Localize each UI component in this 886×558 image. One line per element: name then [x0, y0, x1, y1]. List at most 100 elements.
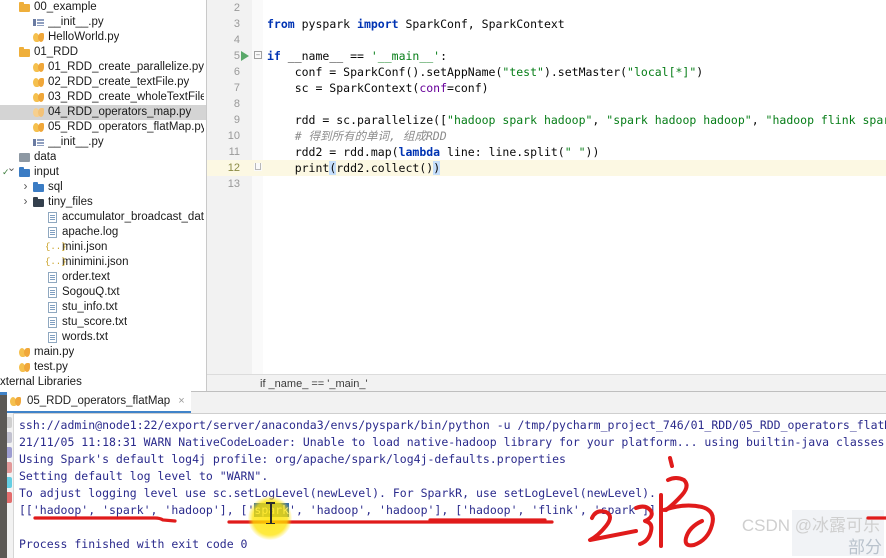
text-cursor — [266, 502, 275, 524]
tree-item[interactable]: 01_RDD — [0, 45, 206, 60]
code-line-text: print(rdd2.collect()) — [267, 161, 441, 175]
code-line-text: # 得到所有的单词, 组成RDD — [267, 129, 447, 143]
folder-icon — [17, 0, 32, 15]
tree-item[interactable]: order.text — [0, 270, 206, 285]
tree-item-label: 03_RDD_create_wholeTextFile.py — [48, 91, 204, 103]
chevron-open-icon[interactable] — [6, 164, 17, 179]
code-content[interactable]: 2 3 from pyspark import SparkConf, SparkCo… — [207, 0, 886, 192]
line-number: 10 — [227, 130, 240, 142]
tree-item-label: 01_RDD — [34, 46, 79, 58]
tree-item-label: test.py — [34, 361, 68, 373]
tree-item-label: HelloWorld.py — [48, 31, 120, 43]
tree-item[interactable]: test.py — [0, 360, 206, 375]
tree-item-label: input — [34, 166, 59, 178]
console-output[interactable]: ssh://admin@node1:22/export/server/anaco… — [14, 414, 886, 558]
code-line[interactable]: 9 rdd = sc.parallelize(["hadoop spark ha… — [207, 112, 886, 128]
line-number: 13 — [227, 178, 240, 190]
tree-item[interactable]: 04_RDD_operators_map.py — [0, 105, 206, 120]
tree-item[interactable]: __init__.py — [0, 135, 206, 150]
run-gutter-icon[interactable] — [241, 51, 249, 61]
chevron-closed-icon[interactable] — [20, 179, 31, 195]
project-tree[interactable]: 00_example __init__.py HelloWorld.py 01_RDD… — [0, 0, 206, 375]
tree-item[interactable]: data — [0, 150, 206, 165]
tree-item-label: data — [34, 151, 57, 163]
module-folder-icon — [17, 150, 32, 165]
tree-item-label: 00_example — [34, 1, 97, 13]
code-line[interactable]: 7 sc = SparkContext(conf=conf) — [207, 80, 886, 96]
tree-item[interactable]: apache.log — [0, 225, 206, 240]
code-line[interactable]: 13 — [207, 176, 886, 192]
tree-item[interactable]: 00_example — [0, 0, 206, 15]
code-line[interactable]: 11 rdd2 = rdd.map(lambda line: line.spli… — [207, 144, 886, 160]
code-line[interactable]: 10 # 得到所有的单词, 组成RDD — [207, 128, 886, 144]
tree-item-label: apache.log — [62, 226, 119, 238]
init-file-icon — [31, 15, 46, 30]
text-file-icon — [45, 270, 60, 285]
line-number: 7 — [233, 82, 240, 94]
upper-area: 00_example __init__.py HelloWorld.py 01_RDD… — [0, 0, 886, 392]
fold-collapse-icon[interactable]: − — [254, 51, 262, 59]
python-file-icon — [31, 75, 46, 90]
console-text: To adjust logging level use sc.setLogLev… — [19, 486, 656, 501]
sidebar-item-external-libraries[interactable]: xternal Libraries — [0, 375, 206, 390]
text-file-icon — [45, 330, 60, 345]
csdn-watermark-secondary: 部分 — [848, 538, 882, 557]
tree-item[interactable]: {..} minimini.json — [0, 255, 206, 270]
folder-icon — [17, 45, 32, 60]
tree-item[interactable]: main.py — [0, 345, 206, 360]
tree-item[interactable]: accumulator_broadcast_data.txt — [0, 210, 206, 225]
close-icon[interactable]: × — [178, 395, 184, 407]
line-number: 12 — [227, 162, 240, 174]
line-number: 5 — [233, 50, 240, 62]
tree-item[interactable]: 01_RDD_create_parallelize.py — [0, 60, 206, 75]
code-line[interactable]: 8 — [207, 96, 886, 112]
init-file-icon — [31, 135, 46, 150]
editor-pane[interactable]: 2 3 from pyspark import SparkConf, SparkCo… — [207, 0, 886, 392]
text-file-icon — [45, 210, 60, 225]
code-line[interactable]: 4 — [207, 32, 886, 48]
tree-item-label: mini.json — [62, 241, 108, 253]
tree-item[interactable]: __init__.py — [0, 15, 206, 30]
code-line-text: from pyspark import SparkConf, SparkCont… — [267, 17, 565, 31]
text-file-icon — [45, 225, 60, 240]
code-line[interactable]: 5 − if __name__ == '__main__': — [207, 48, 886, 64]
breadcrumb[interactable]: if _name_ == '_main_' — [207, 374, 886, 392]
tree-item-label: words.txt — [62, 331, 109, 343]
tool-window-accent-bar — [0, 392, 7, 395]
tree-item-label: minimini.json — [62, 256, 129, 268]
console-text: Process finished with exit code 0 — [19, 537, 248, 552]
code-line[interactable]: 6 conf = SparkConf().setAppName("test").… — [207, 64, 886, 80]
python-file-icon — [17, 345, 32, 360]
tree-item-label: SogouQ.txt — [62, 286, 120, 298]
code-line[interactable]: 3 from pyspark import SparkConf, SparkCon… — [207, 16, 886, 32]
line-number: 9 — [233, 114, 240, 126]
tree-item[interactable]: stu_score.txt — [0, 315, 206, 330]
run-tab-bar[interactable]: 05_RDD_operators_flatMap × — [0, 391, 886, 415]
fold-region-icon[interactable] — [254, 163, 262, 171]
tree-item[interactable]: 05_RDD_operators_flatMap.py — [0, 120, 206, 135]
tree-item[interactable]: HelloWorld.py — [0, 30, 206, 45]
code-line[interactable]: 2 — [207, 0, 886, 16]
run-tab[interactable]: 05_RDD_operators_flatMap × — [0, 391, 191, 414]
code-line[interactable]: 12 print(rdd2.collect()) — [207, 160, 886, 176]
console-line: Setting default log level to "WARN". — [14, 468, 886, 485]
chevron-closed-icon[interactable] — [20, 194, 31, 210]
console-line: To adjust logging level use sc.setLogLev… — [14, 485, 886, 502]
tree-item[interactable]: {..} mini.json — [0, 240, 206, 255]
tree-item[interactable]: words.txt — [0, 330, 206, 345]
tree-item[interactable]: SogouQ.txt — [0, 285, 206, 300]
python-file-icon — [31, 90, 46, 105]
external-libraries-label: xternal Libraries — [0, 376, 82, 388]
tree-item[interactable]: 03_RDD_create_wholeTextFile.py — [0, 90, 206, 105]
console-text: ssh://admin@node1:22/export/server/anaco… — [19, 418, 886, 433]
folder-dark-icon — [31, 195, 46, 210]
code-line-text: sc = SparkContext(conf=conf) — [267, 81, 489, 95]
tree-item[interactable]: 02_RDD_create_textFile.py — [0, 75, 206, 90]
pycharm-window: 00_example __init__.py HelloWorld.py 01_RDD… — [0, 0, 886, 558]
project-tool-window[interactable]: 00_example __init__.py HelloWorld.py 01_RDD… — [0, 0, 207, 392]
tree-item-label: 02_RDD_create_textFile.py — [48, 76, 190, 88]
tree-item[interactable]: stu_info.txt — [0, 300, 206, 315]
tree-item[interactable]: tiny_files — [0, 195, 206, 210]
tree-item-label: accumulator_broadcast_data.txt — [62, 211, 204, 223]
console-text: Setting default log level to "WARN". — [19, 469, 269, 484]
